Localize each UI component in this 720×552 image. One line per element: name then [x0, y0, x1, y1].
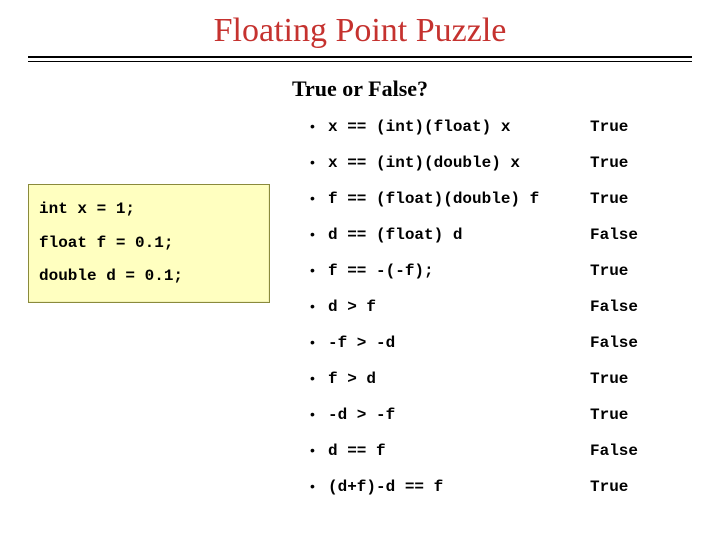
- answer: False: [590, 226, 638, 244]
- bullet-icon: •: [310, 154, 328, 170]
- puzzle-row: • x == (int)(double) x True: [310, 154, 710, 190]
- bullet-icon: •: [310, 118, 328, 134]
- expression: f == (float)(double) f: [328, 190, 590, 208]
- bullet-icon: •: [310, 298, 328, 314]
- expression: (d+f)-d == f: [328, 478, 590, 496]
- answer: False: [590, 442, 638, 460]
- divider: [28, 56, 692, 62]
- answer: False: [590, 298, 638, 316]
- bullet-icon: •: [310, 406, 328, 422]
- puzzle-row: • (d+f)-d == f True: [310, 478, 710, 514]
- expression: f > d: [328, 370, 590, 388]
- expression: x == (int)(float) x: [328, 118, 590, 136]
- puzzle-row: • -f > -d False: [310, 334, 710, 370]
- bullet-icon: •: [310, 334, 328, 350]
- answer: True: [590, 118, 628, 136]
- expression: d == f: [328, 442, 590, 460]
- bullet-icon: •: [310, 478, 328, 494]
- slide-title: Floating Point Puzzle: [0, 12, 720, 50]
- bullet-icon: •: [310, 190, 328, 206]
- puzzle-row: • d == f False: [310, 442, 710, 478]
- puzzle-row: • f == (float)(double) f True: [310, 190, 710, 226]
- expression: x == (int)(double) x: [328, 154, 590, 172]
- declaration-line: double d = 0.1;: [39, 260, 259, 294]
- expression: d == (float) d: [328, 226, 590, 244]
- answer: True: [590, 370, 628, 388]
- answer: True: [590, 262, 628, 280]
- answer: False: [590, 334, 638, 352]
- bullet-icon: •: [310, 226, 328, 242]
- bullet-icon: •: [310, 442, 328, 458]
- slide-subtitle: True or False?: [0, 76, 720, 102]
- expression: -f > -d: [328, 334, 590, 352]
- expression: d > f: [328, 298, 590, 316]
- puzzle-row: • d > f False: [310, 298, 710, 334]
- puzzle-row: • f == -(-f); True: [310, 262, 710, 298]
- answer: True: [590, 478, 628, 496]
- puzzle-row: • -d > -f True: [310, 406, 710, 442]
- answer: True: [590, 406, 628, 424]
- answer: True: [590, 154, 628, 172]
- puzzle-row: • f > d True: [310, 370, 710, 406]
- declaration-line: int x = 1;: [39, 193, 259, 227]
- expression: -d > -f: [328, 406, 590, 424]
- declarations-box: int x = 1; float f = 0.1; double d = 0.1…: [28, 184, 270, 303]
- bullet-icon: •: [310, 370, 328, 386]
- declaration-line: float f = 0.1;: [39, 227, 259, 261]
- puzzle-row: • x == (int)(float) x True: [310, 118, 710, 154]
- bullet-icon: •: [310, 262, 328, 278]
- answer: True: [590, 190, 628, 208]
- puzzle-list: • x == (int)(float) x True • x == (int)(…: [310, 118, 710, 514]
- expression: f == -(-f);: [328, 262, 590, 280]
- puzzle-row: • d == (float) d False: [310, 226, 710, 262]
